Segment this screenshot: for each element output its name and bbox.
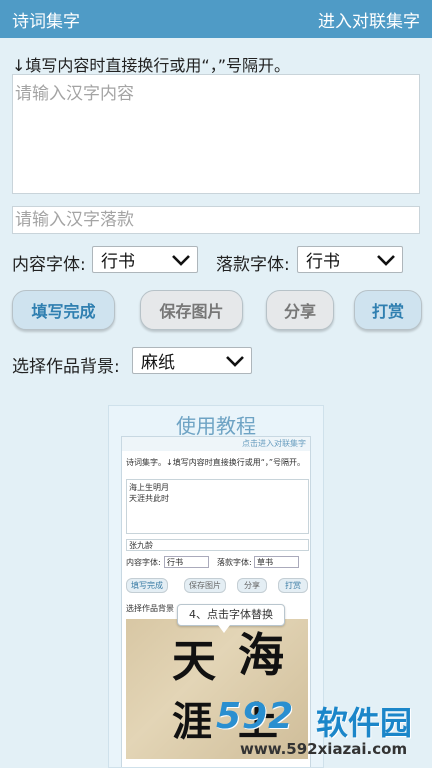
content-font-value: 行书: [101, 252, 135, 272]
tutorial-signature-box: 张九龄: [126, 539, 309, 551]
background-value: 麻纸: [141, 353, 175, 373]
tutorial-signature: 张九龄: [129, 541, 153, 550]
tutorial-content-font-label: 内容字体:: [126, 558, 161, 567]
page-title: 诗词集字: [12, 11, 80, 32]
sign-font-value: 行书: [306, 252, 340, 272]
watermark: 592 软件园 www.592xiazai.com: [212, 692, 432, 768]
couplet-link[interactable]: 进入对联集字: [318, 7, 420, 32]
tutorial-hint: 诗词集字。↓填写内容时直接换行或用“，”号隔开。: [126, 458, 305, 467]
tutorial-share-button: 分享: [237, 578, 267, 593]
background-label: 选择作品背景:: [12, 357, 120, 377]
tutorial-sign-font-select: 草书: [254, 556, 299, 568]
tutorial-title: 使用教程: [176, 414, 256, 438]
top-bar: 诗词集字 进入对联集字: [0, 0, 432, 38]
calligraphy-char: 海: [238, 628, 284, 682]
calligraphy-char: 涯: [172, 698, 212, 745]
tutorial-content-box: 海上生明月 天涯共此时: [126, 479, 309, 534]
tutorial-sign-font-label: 落款字体:: [217, 558, 252, 567]
tutorial-callout: 4、点击字体替换: [177, 604, 285, 626]
input-hint: ↓填写内容时直接换行或用“，”号隔开。: [12, 56, 290, 75]
chevron-down-icon: [172, 254, 190, 266]
finish-button[interactable]: 填写完成: [12, 290, 115, 330]
tutorial-save-button: 保存图片: [184, 578, 226, 593]
tutorial-background-label: 选择作品背景: [126, 604, 174, 613]
background-select[interactable]: 麻纸: [132, 347, 252, 374]
save-image-button[interactable]: 保存图片: [140, 290, 243, 330]
content-font-select[interactable]: 行书: [92, 246, 198, 273]
sign-font-label: 落款字体:: [216, 255, 290, 275]
calligraphy-char: 天: [172, 636, 216, 687]
watermark-name: 软件园: [316, 704, 413, 742]
tutorial-reward-button: 打赏: [278, 578, 308, 593]
content-font-label: 内容字体:: [12, 255, 86, 275]
signature-input[interactable]: [12, 206, 420, 234]
chevron-down-icon: [377, 254, 395, 266]
sign-font-select[interactable]: 行书: [297, 246, 403, 273]
content-input[interactable]: [12, 74, 420, 194]
tutorial-link: 点击进入对联集字: [122, 437, 310, 451]
tutorial-content-line: 天涯共此时: [129, 494, 169, 503]
tutorial-content-line: 海上生明月: [129, 483, 169, 492]
chevron-down-icon: [226, 355, 244, 367]
share-button[interactable]: 分享: [266, 290, 334, 330]
watermark-logo: 592: [216, 696, 295, 737]
tutorial-content-font-select: 行书: [164, 556, 209, 568]
tutorial-finish-button: 填写完成: [126, 578, 168, 593]
callout-tail: [218, 625, 230, 633]
watermark-url: www.592xiazai.com: [240, 740, 408, 758]
reward-button[interactable]: 打赏: [354, 290, 422, 330]
